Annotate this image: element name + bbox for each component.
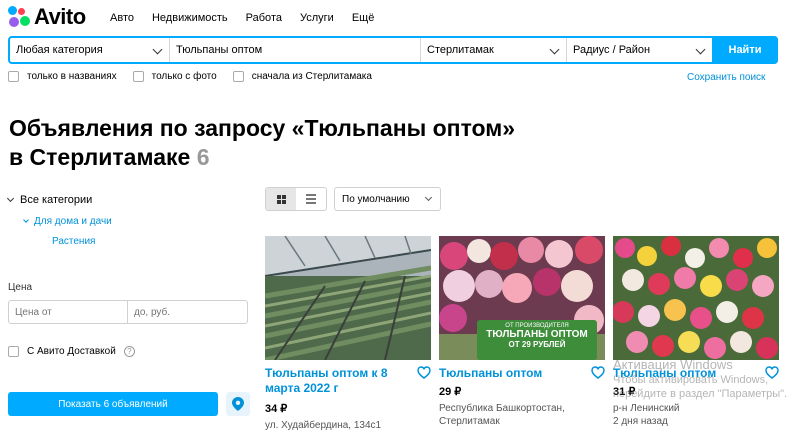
page-title: Объявления по запросу «Тюльпаны оптом» в… bbox=[9, 114, 515, 172]
listing-title[interactable]: Тюльпаны оптом к 8 марта 2022 г bbox=[265, 366, 410, 396]
watermark-line1: Активация Windows bbox=[613, 357, 733, 372]
listing-address-line1: Республика Башкортостан, bbox=[439, 403, 565, 414]
show-results-button[interactable]: Показать 6 объявлений bbox=[8, 392, 218, 416]
checkbox-icon[interactable] bbox=[8, 346, 19, 357]
filter-titles-only[interactable]: только в названиях bbox=[8, 71, 117, 82]
view-toggle bbox=[265, 187, 327, 211]
category-plants[interactable]: Растения bbox=[52, 236, 95, 247]
windows-activation-watermark: Активация Windows Чтобы активировать Win… bbox=[613, 357, 787, 401]
nav-item-more[interactable]: Ещё bbox=[352, 12, 375, 24]
listing-card[interactable]: ОТ ПРОИЗВОДИТЕЛЯ ТЮЛЬПАНЫ ОПТОМ ОТ 29 РУ… bbox=[439, 236, 605, 439]
nav-item-services[interactable]: Услуги bbox=[300, 12, 334, 24]
grid-view-button[interactable] bbox=[266, 188, 296, 210]
save-search-link[interactable]: Сохранить поиск bbox=[687, 72, 765, 83]
filter-label: только с фото bbox=[151, 71, 217, 82]
main-nav: Авто Недвижимость Работа Услуги Ещё bbox=[110, 12, 374, 24]
listing-address: ул. Худайбердина, 134с1 bbox=[265, 420, 382, 431]
listing-date: 2 дня назад bbox=[613, 416, 668, 427]
category-all-label: Все категории bbox=[20, 194, 93, 206]
listing-card[interactable]: Тюльпаны оптом 31 ₽ р-н Ленинский 2 дня … bbox=[613, 236, 779, 439]
price-range bbox=[8, 300, 248, 324]
search-filters: только в названиях только с фото сначала… bbox=[8, 71, 372, 82]
promo-banner: ОТ ПРОИЗВОДИТЕЛЯ ТЮЛЬПАНЫ ОПТОМ ОТ 29 РУ… bbox=[477, 320, 597, 360]
watermark-line3: перейдите в раздел "Параметры". bbox=[613, 388, 788, 400]
listing-price: 34 ₽ bbox=[265, 403, 288, 415]
list-view-button[interactable] bbox=[296, 188, 326, 210]
sort-select[interactable]: По умолчанию bbox=[334, 187, 441, 211]
category-select[interactable]: Любая категория bbox=[10, 38, 170, 62]
listing-title[interactable]: Тюльпаны оптом bbox=[439, 366, 584, 381]
listing-card[interactable]: Тюльпаны оптом к 8 марта 2022 г 34 ₽ ул.… bbox=[265, 236, 431, 439]
page-title-city: в Стерлитамаке bbox=[9, 144, 191, 170]
search-bar: Любая категория Тюльпаны оптом Стерлитам… bbox=[8, 36, 778, 64]
delivery-filter[interactable]: С Авито Доставкой ? bbox=[8, 346, 135, 357]
chevron-down-icon bbox=[152, 44, 163, 55]
chevron-down-icon bbox=[6, 194, 15, 203]
checkbox-icon[interactable] bbox=[232, 71, 244, 82]
filter-with-photo[interactable]: только с фото bbox=[132, 71, 217, 82]
results-count: 6 bbox=[196, 144, 210, 170]
filter-label: сначала из Стерлитамака bbox=[251, 71, 372, 82]
category-all[interactable]: Все категории bbox=[6, 194, 93, 206]
listing-address-line2: Стерлитамак bbox=[439, 416, 500, 427]
search-input[interactable]: Тюльпаны оптом bbox=[170, 38, 421, 62]
heart-icon[interactable] bbox=[591, 366, 605, 379]
list-icon bbox=[306, 194, 316, 204]
listing-photo[interactable] bbox=[265, 236, 431, 360]
city-select-value: Стерлитамак bbox=[427, 44, 494, 56]
sort-select-value: По умолчанию bbox=[342, 193, 410, 205]
chevron-down-icon bbox=[549, 44, 560, 55]
page-title-line1: Объявления по запросу «Тюльпаны оптом» bbox=[9, 115, 516, 141]
checkbox-icon[interactable] bbox=[132, 71, 144, 82]
listing-price: 29 ₽ bbox=[439, 386, 462, 398]
promo-banner-line3: ОТ 29 РУБЛЕЙ bbox=[508, 340, 566, 349]
chevron-down-icon bbox=[424, 193, 433, 202]
listing-address: р-н Ленинский 2 дня назад bbox=[613, 402, 680, 428]
filter-label: только в названиях bbox=[27, 71, 117, 82]
chevron-down-icon bbox=[695, 44, 706, 55]
map-pin-icon bbox=[232, 397, 244, 411]
heart-icon[interactable] bbox=[417, 366, 431, 379]
nav-item-auto[interactable]: Авто bbox=[110, 12, 134, 24]
price-label: Цена bbox=[8, 282, 33, 293]
filter-local-first[interactable]: сначала из Стерлитамака bbox=[232, 71, 372, 82]
nav-item-jobs[interactable]: Работа bbox=[246, 12, 282, 24]
avito-logo[interactable]: Avito bbox=[8, 4, 86, 30]
grid-icon bbox=[276, 194, 286, 204]
listing-photo[interactable] bbox=[613, 236, 779, 360]
category-home-garden-label: Для дома и дачи bbox=[34, 216, 112, 227]
promo-banner-line2: ТЮЛЬПАНЫ ОПТОМ bbox=[486, 329, 588, 340]
page-title-line2: в Стерлитамаке 6 bbox=[9, 143, 515, 172]
radius-select[interactable]: Радиус / Район bbox=[567, 38, 712, 62]
chevron-down-icon bbox=[23, 217, 29, 223]
listing-address-line1: р-н Ленинский bbox=[613, 403, 680, 414]
price-to-input[interactable] bbox=[128, 301, 247, 323]
radius-select-value: Радиус / Район bbox=[573, 44, 651, 56]
price-from-input[interactable] bbox=[9, 301, 128, 323]
logo-text: Avito bbox=[34, 4, 86, 29]
listing-photo[interactable]: ОТ ПРОИЗВОДИТЕЛЯ ТЮЛЬПАНЫ ОПТОМ ОТ 29 РУ… bbox=[439, 236, 605, 360]
delivery-label: С Авито Доставкой bbox=[27, 346, 116, 357]
watermark-line2: Чтобы активировать Windows, bbox=[613, 374, 769, 386]
category-select-value: Любая категория bbox=[16, 44, 103, 56]
help-icon[interactable]: ? bbox=[123, 346, 135, 357]
nav-item-realty[interactable]: Недвижимость bbox=[152, 12, 228, 24]
top-navigation: Avito Авто Недвижимость Работа Услуги Ещ… bbox=[0, 0, 794, 34]
search-button[interactable]: Найти bbox=[712, 36, 778, 64]
map-button[interactable] bbox=[226, 392, 250, 416]
logo-dots-icon bbox=[8, 6, 30, 28]
category-home-garden[interactable]: Для дома и дачи bbox=[23, 216, 112, 227]
listing-address: Республика Башкортостан, Стерлитамак bbox=[439, 402, 565, 428]
search-input-value: Тюльпаны оптом bbox=[176, 44, 263, 56]
city-select[interactable]: Стерлитамак bbox=[421, 38, 567, 62]
checkbox-icon[interactable] bbox=[8, 71, 19, 82]
